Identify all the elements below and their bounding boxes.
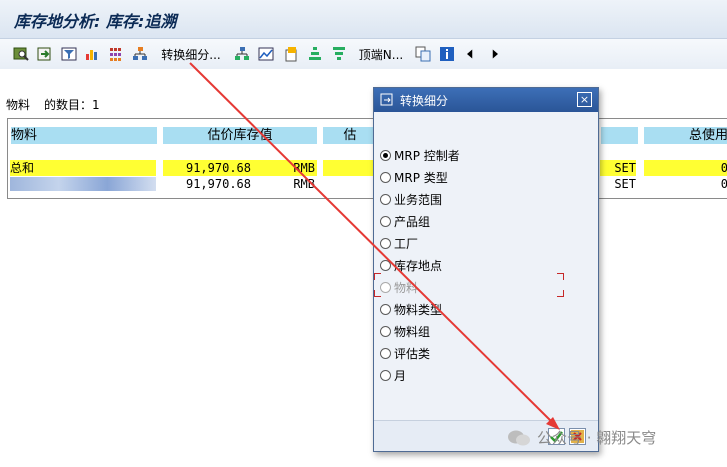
toolbar: 转换细分... 顶端N... (0, 39, 727, 69)
radio-button[interactable] (380, 347, 391, 359)
breakdown-option-radio[interactable]: 月 (380, 366, 406, 384)
breakdown-option-label: 工厂 (394, 236, 419, 251)
annotation-arrow (189, 62, 560, 430)
top-n-button[interactable]: 顶端N... (358, 44, 404, 64)
window-title: 库存地分析: 库存:追溯 (14, 12, 177, 31)
focus-indicator (374, 273, 564, 297)
column-header-stock-value[interactable]: 估价库存值 (160, 118, 321, 157)
hierarchy-icon[interactable] (233, 44, 251, 64)
breakdown-option-radio[interactable]: MRP 控制者 (380, 146, 460, 164)
export-icon[interactable] (35, 44, 53, 64)
radio-button[interactable] (380, 193, 391, 205)
filter-icon[interactable] (60, 44, 78, 64)
radio-button[interactable] (380, 303, 391, 315)
row-item-usage: 0 (644, 176, 727, 192)
breakdown-option-label: 业务范围 (394, 192, 443, 207)
breakdown-option-radio[interactable]: 产品组 (380, 212, 430, 230)
breakdown-option-label: 月 (394, 368, 407, 383)
wechat-icon (508, 430, 530, 445)
radio-button[interactable] (380, 237, 391, 249)
breakdown-option-label: MRP 控制者 (394, 148, 460, 163)
column-header-material[interactable]: 物料 (8, 118, 161, 157)
material-count: 物料 的数目：1 (6, 96, 114, 113)
breakdown-option-label: MRP 类型 (394, 170, 448, 185)
sort-up-icon[interactable] (306, 44, 324, 64)
radio-button[interactable] (380, 149, 391, 161)
title-bar: 库存地分析: 库存:追溯 (0, 0, 727, 39)
breakdown-option-radio[interactable]: 物料类型 (380, 300, 442, 318)
document-icon[interactable] (282, 44, 300, 64)
breakdown-option-radio[interactable]: 工厂 (380, 234, 418, 252)
breakdown-option-label: 库存地点 (394, 258, 443, 273)
hierarchy-icon[interactable] (131, 44, 149, 64)
sort-down-icon[interactable] (330, 44, 348, 64)
close-icon[interactable]: × (577, 92, 592, 107)
breakdown-option-label: 评估类 (394, 346, 431, 361)
switch-breakdown-button[interactable]: 转换细分... (160, 44, 222, 64)
row-item-currency: RMB (251, 176, 317, 192)
count-label: 的数目：1 (44, 98, 100, 112)
row-total-currency: RMB (251, 160, 317, 176)
breakdown-option-label: 产品组 (394, 214, 431, 229)
column-header-unit[interactable] (598, 118, 642, 157)
radio-button[interactable] (380, 171, 391, 183)
chart-icon[interactable] (83, 44, 101, 64)
breakdown-option-radio[interactable]: 物料组 (380, 322, 430, 340)
breakdown-option-radio[interactable]: 库存地点 (380, 256, 442, 274)
next-arrow-icon[interactable] (489, 44, 501, 64)
row-total-material[interactable]: 总和 (10, 160, 156, 176)
row-total-usage: 0 (644, 160, 727, 176)
row-total-partial (323, 160, 378, 176)
radio-button[interactable] (380, 325, 391, 337)
line-chart-icon[interactable] (257, 44, 275, 64)
prev-arrow-icon[interactable] (464, 44, 476, 64)
radio-button[interactable] (380, 369, 391, 381)
breakdown-option-radio[interactable]: MRP 类型 (380, 168, 448, 186)
grid-icon[interactable] (107, 44, 125, 64)
row-total-unit: SET (600, 160, 636, 176)
radio-button[interactable] (380, 259, 391, 271)
breakdown-option-label: 物料组 (394, 324, 431, 339)
row-item-material-redacted[interactable] (10, 177, 156, 191)
dialog-window-icon (380, 93, 393, 106)
copy-icon[interactable] (414, 44, 432, 64)
material-label: 物料 (6, 98, 31, 112)
breakdown-option-label: 物料类型 (394, 302, 443, 317)
row-item-value: 91,970.68 (163, 176, 251, 192)
watermark: 公众号 · 翱翔天穹 (507, 427, 656, 448)
info-icon[interactable] (438, 44, 456, 64)
result-table: 物料 估价库存值 估 总使用 总和 91,970.68 RMB SET 0 91… (7, 118, 727, 199)
column-header-total-usage[interactable]: 总使用 (641, 118, 727, 157)
breakdown-option-radio[interactable]: 业务范围 (380, 190, 442, 208)
breakdown-option-radio[interactable]: 评估类 (380, 344, 430, 362)
watermark-text: 公众号 · 翱翔天穹 (537, 429, 657, 447)
drilldown-icon[interactable] (12, 44, 30, 64)
dialog-title: 转换细分 (400, 94, 449, 108)
radio-button[interactable] (380, 215, 391, 227)
switch-breakdown-dialog: 转换细分 × MRP 控制者 MRP 类型 业务范围 产品组 工厂 库存地点 物料 物料类型物… (373, 87, 599, 452)
row-total-value: 91,970.68 (163, 160, 251, 176)
dialog-title-bar[interactable]: 转换细分 × (374, 88, 598, 112)
row-item-unit: SET (600, 176, 636, 192)
column-header-partial[interactable]: 估 (320, 118, 381, 157)
